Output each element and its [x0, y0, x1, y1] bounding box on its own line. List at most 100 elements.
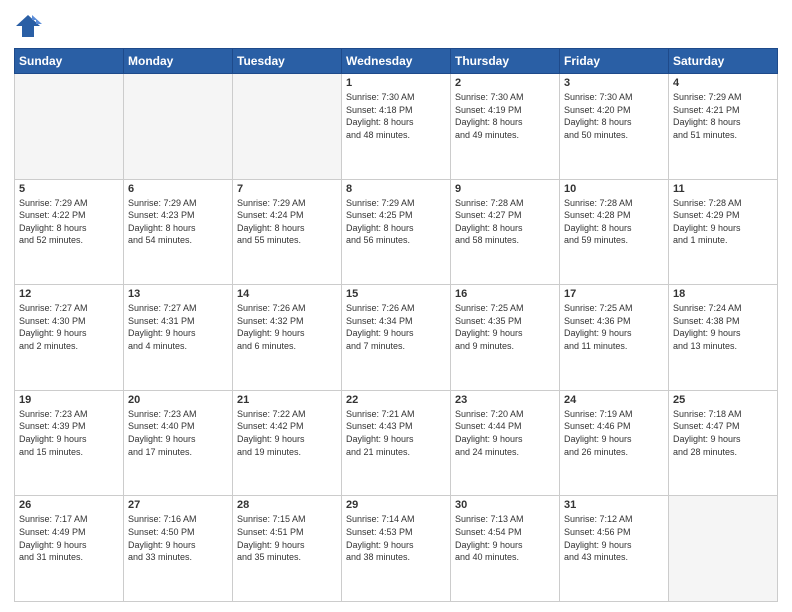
calendar-cell: 7 Sunrise: 7:29 AM Sunset: 4:24 PM Daylig…: [233, 179, 342, 285]
day-number: 14: [237, 288, 337, 300]
calendar-cell: 1 Sunrise: 7:30 AM Sunset: 4:18 PM Daylig…: [342, 74, 451, 180]
calendar-cell: 17 Sunrise: 7:25 AM Sunset: 4:36 PM Dayli…: [560, 285, 669, 391]
day-info: Sunrise: 7:26 AM Sunset: 4:34 PM Dayligh…: [346, 302, 446, 352]
logo: [14, 12, 46, 40]
calendar-cell: 8Sunrise: 7:29 AM Sunset: 4:25 PM Daylig…: [342, 179, 451, 285]
day-info: Sunrise: 7:29 AM Sunset: 4:23 PM Dayligh…: [128, 197, 228, 247]
logo-icon: [14, 12, 42, 40]
calendar-cell: 20Sunrise: 7:23 AM Sunset: 4:40 PM Dayli…: [124, 390, 233, 496]
calendar-cell: 12 Sunrise: 7:27 AM Sunset: 4:30 PM Dayli…: [15, 285, 124, 391]
day-info: Sunrise: 7:12 AM Sunset: 4:56 PM Dayligh…: [564, 513, 664, 563]
day-info: Sunrise: 7:29 AM Sunset: 4:24 PM Dayligh…: [237, 197, 337, 247]
calendar-cell: 10 Sunrise: 7:28 AM Sunset: 4:28 PM Dayli…: [560, 179, 669, 285]
calendar-cell: 28 Sunrise: 7:15 AM Sunset: 4:51 PM Dayli…: [233, 496, 342, 602]
day-info: Sunrise: 7:28 AM Sunset: 4:29 PM Dayligh…: [673, 197, 773, 247]
day-number: 12: [19, 288, 119, 300]
day-number: 7: [237, 183, 337, 195]
calendar-cell: 25 Sunrise: 7:18 AM Sunset: 4:47 PM Dayli…: [669, 390, 778, 496]
weekday-wednesday: Wednesday: [342, 49, 451, 74]
calendar-cell: 3 Sunrise: 7:30 AM Sunset: 4:20 PM Daylig…: [560, 74, 669, 180]
week-row-0: 1 Sunrise: 7:30 AM Sunset: 4:18 PM Daylig…: [15, 74, 778, 180]
calendar-cell: 13Sunrise: 7:27 AM Sunset: 4:31 PM Dayli…: [124, 285, 233, 391]
day-number: 6: [128, 183, 228, 195]
day-info: Sunrise: 7:28 AM Sunset: 4:28 PM Dayligh…: [564, 197, 664, 247]
day-number: 25: [673, 394, 773, 406]
calendar-table: SundayMondayTuesdayWednesdayThursdayFrid…: [14, 48, 778, 602]
calendar-cell: 6 Sunrise: 7:29 AM Sunset: 4:23 PM Daylig…: [124, 179, 233, 285]
day-number: 10: [564, 183, 664, 195]
week-row-4: 26Sunrise: 7:17 AM Sunset: 4:49 PM Dayli…: [15, 496, 778, 602]
calendar-cell: 15Sunrise: 7:26 AM Sunset: 4:34 PM Dayli…: [342, 285, 451, 391]
day-number: 28: [237, 499, 337, 511]
day-info: Sunrise: 7:24 AM Sunset: 4:38 PM Dayligh…: [673, 302, 773, 352]
day-info: Sunrise: 7:20 AM Sunset: 4:44 PM Dayligh…: [455, 408, 555, 458]
weekday-friday: Friday: [560, 49, 669, 74]
calendar-cell: 2Sunrise: 7:30 AM Sunset: 4:19 PM Daylig…: [451, 74, 560, 180]
calendar-cell: 21 Sunrise: 7:22 AM Sunset: 4:42 PM Dayli…: [233, 390, 342, 496]
weekday-saturday: Saturday: [669, 49, 778, 74]
day-info: Sunrise: 7:18 AM Sunset: 4:47 PM Dayligh…: [673, 408, 773, 458]
day-info: Sunrise: 7:16 AM Sunset: 4:50 PM Dayligh…: [128, 513, 228, 563]
calendar-cell: 18Sunrise: 7:24 AM Sunset: 4:38 PM Dayli…: [669, 285, 778, 391]
day-number: 9: [455, 183, 555, 195]
calendar-cell: 27 Sunrise: 7:16 AM Sunset: 4:50 PM Dayli…: [124, 496, 233, 602]
day-number: 21: [237, 394, 337, 406]
day-number: 31: [564, 499, 664, 511]
weekday-header-row: SundayMondayTuesdayWednesdayThursdayFrid…: [15, 49, 778, 74]
day-number: 3: [564, 77, 664, 89]
day-info: Sunrise: 7:28 AM Sunset: 4:27 PM Dayligh…: [455, 197, 555, 247]
calendar-cell: [669, 496, 778, 602]
week-row-2: 12 Sunrise: 7:27 AM Sunset: 4:30 PM Dayli…: [15, 285, 778, 391]
day-info: Sunrise: 7:27 AM Sunset: 4:31 PM Dayligh…: [128, 302, 228, 352]
day-info: Sunrise: 7:29 AM Sunset: 4:22 PM Dayligh…: [19, 197, 119, 247]
day-info: Sunrise: 7:25 AM Sunset: 4:36 PM Dayligh…: [564, 302, 664, 352]
day-number: 24: [564, 394, 664, 406]
day-info: Sunrise: 7:19 AM Sunset: 4:46 PM Dayligh…: [564, 408, 664, 458]
calendar-cell: 29Sunrise: 7:14 AM Sunset: 4:53 PM Dayli…: [342, 496, 451, 602]
day-info: Sunrise: 7:22 AM Sunset: 4:42 PM Dayligh…: [237, 408, 337, 458]
day-number: 2: [455, 77, 555, 89]
day-info: Sunrise: 7:23 AM Sunset: 4:39 PM Dayligh…: [19, 408, 119, 458]
day-info: Sunrise: 7:29 AM Sunset: 4:21 PM Dayligh…: [673, 91, 773, 141]
calendar-cell: 22Sunrise: 7:21 AM Sunset: 4:43 PM Dayli…: [342, 390, 451, 496]
day-number: 19: [19, 394, 119, 406]
calendar-cell: 14 Sunrise: 7:26 AM Sunset: 4:32 PM Dayli…: [233, 285, 342, 391]
day-info: Sunrise: 7:15 AM Sunset: 4:51 PM Dayligh…: [237, 513, 337, 563]
day-number: 20: [128, 394, 228, 406]
weekday-tuesday: Tuesday: [233, 49, 342, 74]
calendar-cell: [15, 74, 124, 180]
calendar-cell: 31 Sunrise: 7:12 AM Sunset: 4:56 PM Dayli…: [560, 496, 669, 602]
day-info: Sunrise: 7:30 AM Sunset: 4:18 PM Dayligh…: [346, 91, 446, 141]
calendar-cell: 19 Sunrise: 7:23 AM Sunset: 4:39 PM Dayli…: [15, 390, 124, 496]
day-number: 17: [564, 288, 664, 300]
day-number: 11: [673, 183, 773, 195]
day-info: Sunrise: 7:14 AM Sunset: 4:53 PM Dayligh…: [346, 513, 446, 563]
day-number: 16: [455, 288, 555, 300]
week-row-1: 5Sunrise: 7:29 AM Sunset: 4:22 PM Daylig…: [15, 179, 778, 285]
day-number: 4: [673, 77, 773, 89]
calendar-cell: 30 Sunrise: 7:13 AM Sunset: 4:54 PM Dayli…: [451, 496, 560, 602]
weekday-sunday: Sunday: [15, 49, 124, 74]
calendar-cell: 23Sunrise: 7:20 AM Sunset: 4:44 PM Dayli…: [451, 390, 560, 496]
calendar-cell: 5Sunrise: 7:29 AM Sunset: 4:22 PM Daylig…: [15, 179, 124, 285]
calendar-cell: [233, 74, 342, 180]
calendar-cell: 24 Sunrise: 7:19 AM Sunset: 4:46 PM Dayli…: [560, 390, 669, 496]
weekday-thursday: Thursday: [451, 49, 560, 74]
calendar-cell: 16Sunrise: 7:25 AM Sunset: 4:35 PM Dayli…: [451, 285, 560, 391]
calendar-cell: [124, 74, 233, 180]
day-number: 30: [455, 499, 555, 511]
day-info: Sunrise: 7:30 AM Sunset: 4:20 PM Dayligh…: [564, 91, 664, 141]
day-number: 8: [346, 183, 446, 195]
calendar-cell: 9 Sunrise: 7:28 AM Sunset: 4:27 PM Daylig…: [451, 179, 560, 285]
header: [14, 12, 778, 40]
day-number: 27: [128, 499, 228, 511]
day-info: Sunrise: 7:13 AM Sunset: 4:54 PM Dayligh…: [455, 513, 555, 563]
page: SundayMondayTuesdayWednesdayThursdayFrid…: [0, 0, 792, 612]
day-number: 1: [346, 77, 446, 89]
day-info: Sunrise: 7:21 AM Sunset: 4:43 PM Dayligh…: [346, 408, 446, 458]
day-number: 26: [19, 499, 119, 511]
weekday-monday: Monday: [124, 49, 233, 74]
calendar-cell: 11 Sunrise: 7:28 AM Sunset: 4:29 PM Dayli…: [669, 179, 778, 285]
day-info: Sunrise: 7:27 AM Sunset: 4:30 PM Dayligh…: [19, 302, 119, 352]
day-info: Sunrise: 7:26 AM Sunset: 4:32 PM Dayligh…: [237, 302, 337, 352]
